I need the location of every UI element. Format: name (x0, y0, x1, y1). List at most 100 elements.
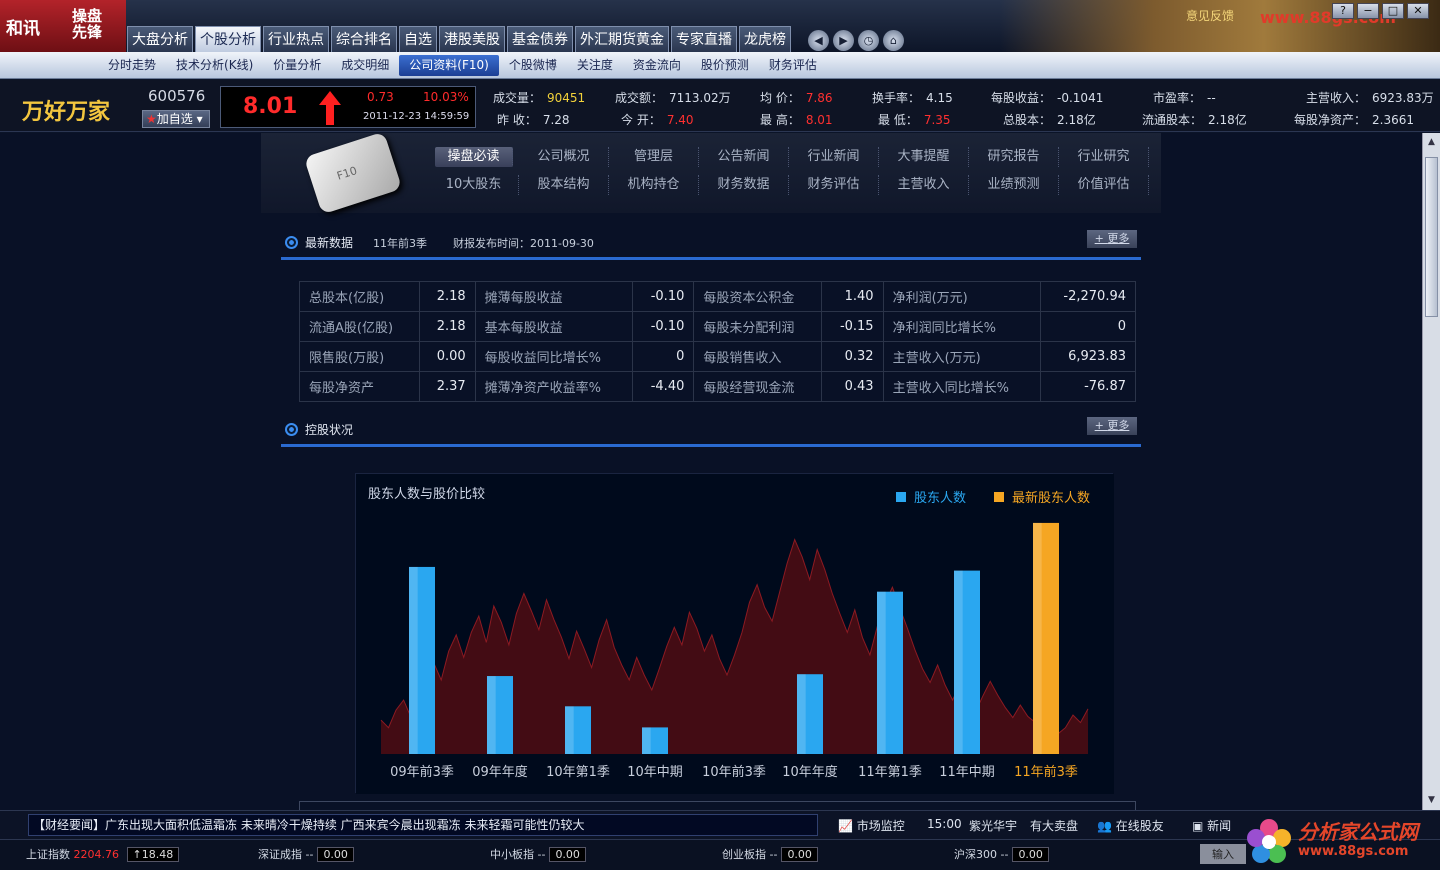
index-label: 沪深300 -- (954, 848, 1009, 861)
bar-highlight (642, 727, 651, 754)
quote-field-label: 今 开： (621, 113, 661, 127)
fin-label: 每股资本公积金 (693, 281, 823, 312)
f10-menu-item[interactable]: 财务数据 (699, 175, 789, 195)
f10-key-icon: F10 (303, 133, 403, 215)
market-monitor[interactable]: 📈 市场监控 (838, 817, 905, 834)
fin-label: 每股经营现金流 (693, 371, 823, 402)
online-friends[interactable]: 👥 在线股友 (1097, 817, 1164, 834)
add-favorite-button[interactable]: ★加自选 ▾ (142, 110, 210, 128)
forward-icon[interactable]: ▶ (833, 30, 854, 51)
f10-header: F10 操盘必读 公司概况 管理层 公告新闻 行业新闻 大事提醒 研究报告 行业研究 10大股东… (261, 133, 1161, 215)
alert-signal: 有大卖盘 (1030, 819, 1079, 833)
sub-tab[interactable]: 公司资料(F10) (399, 55, 499, 76)
f10-menu-item[interactable]: 公告新闻 (699, 147, 789, 167)
quote-field-value: -- (1207, 91, 1216, 105)
x-tick-label: 10年第1季 (546, 765, 610, 780)
help-button[interactable]: ? (1332, 3, 1354, 19)
more-button[interactable]: + 更多 (1087, 417, 1137, 435)
index-value: 0.00 (781, 847, 818, 862)
sub-tab[interactable]: 技术分析(K线) (166, 55, 263, 76)
sub-tab[interactable]: 股价预测 (691, 55, 759, 76)
f10-menu-item[interactable]: 研究报告 (969, 147, 1059, 167)
x-tick-label: 09年前3季 (390, 764, 454, 780)
logo-subtext: 操盘先锋 (72, 7, 103, 41)
alert-stock[interactable]: 紫光华宇 (969, 817, 1017, 834)
fin-label: 摊薄每股收益 (474, 281, 634, 312)
main-tab[interactable]: 综合排名 (331, 26, 397, 52)
sub-tab[interactable]: 成交明细 (331, 55, 399, 76)
main-tab[interactable]: 个股分析 (195, 26, 261, 52)
maximize-button[interactable]: □ (1382, 3, 1404, 19)
main-tabs: 大盘分析 个股分析 行业热点 综合排名 自选 港股美股 基金债券 外汇期货黄金 专家直播 龙虎榜 (127, 26, 791, 52)
holding-title: 控股状况 (305, 423, 354, 437)
close-button[interactable]: ✕ (1407, 3, 1429, 19)
history-icon[interactable]: ◷ (858, 30, 879, 51)
quote-field-label: 每股净资产： (1294, 113, 1367, 127)
fin-value: -0.15 (821, 311, 884, 342)
add-favorite-label: 加自选 (156, 112, 193, 126)
f10-menu-item[interactable]: 行业新闻 (789, 147, 879, 167)
main-tab[interactable]: 外汇期货黄金 (575, 26, 669, 52)
back-icon[interactable]: ◀ (808, 30, 829, 51)
scroll-down-icon[interactable]: ▼ (1425, 793, 1438, 807)
quote-field-label: 最 高： (760, 113, 800, 127)
scroll-thumb[interactable] (1425, 157, 1438, 317)
monitor-icon: 📈 (838, 819, 853, 833)
sub-tab[interactable]: 个股微博 (499, 55, 567, 76)
sub-tab[interactable]: 财务评估 (759, 55, 827, 76)
main-tab[interactable]: 龙虎榜 (739, 26, 791, 52)
vertical-scrollbar[interactable]: ▲ ▼ (1422, 133, 1440, 810)
f10-menu-item[interactable]: 操盘必读 (435, 147, 513, 167)
main-tab[interactable]: 大盘分析 (127, 26, 193, 52)
f10-menu-item[interactable]: 公司概况 (519, 147, 609, 167)
scroll-up-icon[interactable]: ▲ (1425, 135, 1438, 149)
f10-menu-item[interactable]: 行业研究 (1059, 147, 1149, 167)
report-time: 财报发布时间：2011-09-30 (453, 237, 594, 250)
f10-menu-item[interactable]: 股本结构 (519, 175, 609, 195)
f10-menu-item[interactable]: 管理层 (609, 147, 699, 167)
minimize-button[interactable]: − (1357, 3, 1379, 19)
main-tab[interactable]: 自选 (399, 26, 437, 52)
f10-menu-item[interactable]: 大事提醒 (879, 147, 969, 167)
fin-value: 0.43 (821, 371, 884, 402)
index-shanghai[interactable]: 上证指数 2204.76 ↑18.48 (26, 846, 180, 862)
quote-field-label: 均 价： (760, 91, 800, 105)
next-table-edge (299, 801, 1136, 810)
f10-menu-item[interactable]: 财务评估 (789, 175, 879, 195)
more-button[interactable]: + 更多 (1087, 230, 1137, 248)
price-box: 8.01 0.73 10.03% 2011-12-23 14:59:59 (220, 86, 476, 128)
sub-tab[interactable]: 分时走势 (98, 55, 166, 76)
news-ticker[interactable]: 【财经要闻】广东出现大面积低温霜冻 未来晴冷干燥持续 广西来宾今晨出现霜冻 未来… (28, 814, 818, 836)
fin-value: -0.10 (632, 311, 695, 342)
news-button[interactable]: ▣ 新闻 (1192, 817, 1231, 834)
sub-tab[interactable]: 关注度 (567, 55, 623, 76)
f10-menu-item[interactable]: 机构持仓 (609, 175, 699, 195)
main-tab[interactable]: 港股美股 (439, 26, 505, 52)
main-tab[interactable]: 行业热点 (263, 26, 329, 52)
index-hs300[interactable]: 沪深300 -- 0.00 (954, 846, 1049, 862)
f10-menu-item[interactable]: 10大股东 (429, 175, 519, 195)
fin-label: 基本每股收益 (474, 311, 634, 342)
sub-tab[interactable]: 价量分析 (263, 55, 331, 76)
latest-data-title: 最新数据 (305, 236, 354, 250)
quote-field: 市盈率： -- (1153, 89, 1216, 106)
quote-field: 最 低： 7.35 (878, 111, 951, 128)
x-tick-label: 10年中期 (627, 765, 683, 780)
f10-menu-item[interactable]: 业绩预测 (969, 175, 1059, 195)
f10-menu-item[interactable]: 价值评估 (1059, 175, 1149, 195)
latest-data-header: 最新数据 11年前3季 财报发布时间：2011-09-30 + 更多 (281, 230, 1141, 260)
quote-field-value: 2.18亿 (1208, 113, 1247, 127)
index-shenzhen[interactable]: 深证成指 -- 0.00 (258, 846, 354, 862)
stock-name: 万好万家 (22, 100, 111, 125)
index-sme[interactable]: 中小板指 -- 0.00 (490, 846, 586, 862)
main-tab[interactable]: 基金债券 (507, 26, 573, 52)
main-tab[interactable]: 专家直播 (671, 26, 737, 52)
f10-menu-item[interactable]: 主营收入 (879, 175, 969, 195)
feedback-link[interactable]: 意见反馈 (1186, 7, 1234, 24)
sub-tab[interactable]: 资金流向 (623, 55, 691, 76)
fin-value: -4.40 (632, 371, 695, 402)
app-window: 和讯 操盘先锋 大盘分析 个股分析 行业热点 综合排名 自选 港股美股 基金债券 外汇期货黄金… (0, 0, 1440, 870)
index-chinext[interactable]: 创业板指 -- 0.00 (722, 846, 818, 862)
home-icon[interactable]: ⌂ (883, 30, 904, 51)
fin-row: 流通A股(亿股) 2.18 基本每股收益 -0.10 每股未分配利润 -0.15 净利润同比… (299, 311, 1136, 342)
